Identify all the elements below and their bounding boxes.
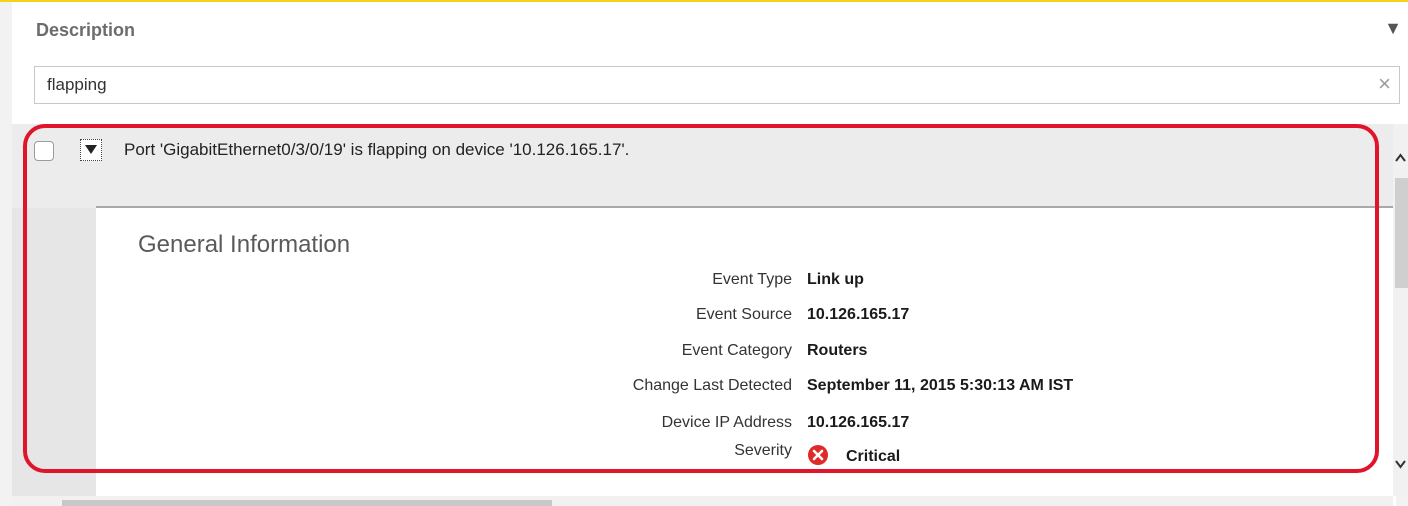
field-label-change-last-detected: Change Last Detected: [632, 377, 792, 394]
event-message: Port 'GigabitEthernet0/3/0/19' is flappi…: [124, 140, 630, 159]
close-icon[interactable]: ×: [1378, 73, 1391, 95]
alarms-panel: Description ▼ × Port 'GigabitEthernet0/3…: [0, 0, 1408, 506]
triangle-down-icon[interactable]: ▼: [1384, 18, 1402, 39]
field-label-device-ip-address: Device IP Address: [661, 414, 792, 431]
expand-toggle-button[interactable]: [80, 139, 102, 161]
section-title-general-information: General Information: [138, 231, 351, 258]
field-label-event-source: Event Source: [695, 306, 792, 323]
critical-x-icon: [808, 445, 828, 465]
field-label-severity: Severity: [734, 442, 792, 459]
field-value-device-ip-address: 10.126.165.17: [807, 414, 910, 431]
chevron-up-icon[interactable]: [1393, 150, 1408, 166]
filter-input-box: ×: [34, 66, 1400, 104]
field-value-change-last-detected: September 11, 2015 5:30:13 AM IST: [807, 377, 1074, 394]
field-value-event-source: 10.126.165.17: [807, 306, 910, 323]
filter-title: Description: [36, 20, 136, 40]
field-label-event-type: Event Type: [712, 271, 792, 288]
chevron-down-icon[interactable]: [1393, 456, 1408, 472]
field-value-event-type: Link up: [807, 271, 864, 288]
horizontal-scrollbar-thumb[interactable]: [62, 500, 552, 506]
row-checkbox[interactable]: [34, 141, 54, 161]
description-filter: Description ▼ ×: [12, 2, 1408, 124]
field-label-event-category: Event Category: [681, 342, 792, 359]
event-row[interactable]: [12, 124, 1396, 208]
triangle-down-icon: [85, 145, 97, 154]
description-filter-input[interactable]: [35, 67, 1379, 103]
vertical-scrollbar-thumb[interactable]: [1395, 178, 1408, 288]
field-value-event-category: Routers: [807, 342, 868, 359]
field-value-severity: Critical: [846, 448, 901, 465]
